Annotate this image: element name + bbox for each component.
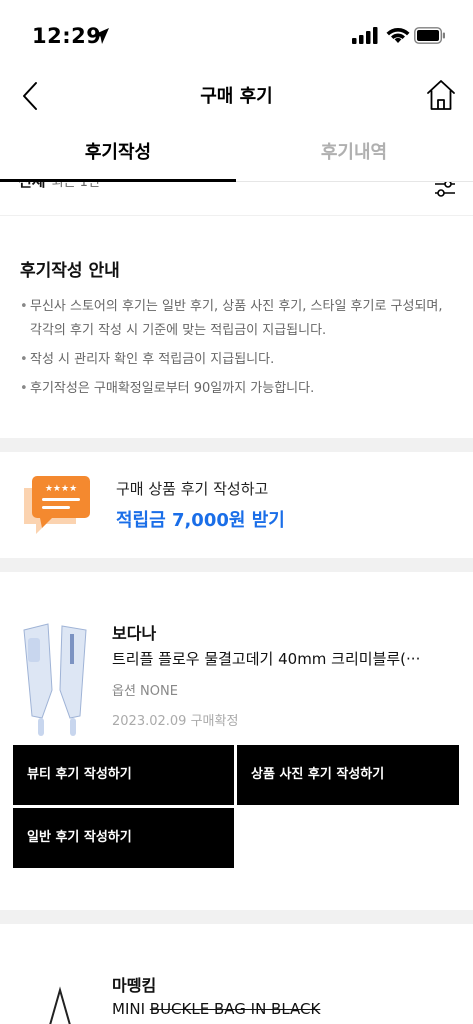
- cellular-signal-icon: [352, 27, 378, 44]
- review-guide: 후기작성 안내 무신사 스토어의 후기는 일반 후기, 상품 사진 후기, 스타…: [0, 216, 473, 438]
- guide-item: 작성 시 관리자 확인 후 적립금이 지급됩니다.: [20, 348, 453, 372]
- product-thumbnail[interactable]: [20, 982, 100, 1024]
- filter-period-label: 최근 1년: [51, 182, 100, 190]
- review-tabs: 후기작성 후기내역: [0, 128, 473, 182]
- filter-row: 전체 최근 1년: [0, 182, 473, 216]
- reward-banner[interactable]: ★★★★ 구매 상품 후기 작성하고 적립금 7,000원 받기: [0, 452, 473, 558]
- purchase-status: 구매확정: [190, 714, 239, 729]
- guide-item: 후기작성은 구매확정일로부터 90일까지 가능합니다.: [20, 377, 453, 401]
- review-star-bubble-icon: ★★★★: [24, 476, 90, 534]
- section-divider: [0, 438, 473, 452]
- write-photo-review-button[interactable]: 상품 사진 후기 작성하기: [237, 745, 459, 805]
- status-time: 12:29: [32, 24, 102, 48]
- filter-settings-icon[interactable]: [433, 182, 457, 200]
- product-brand: 마뗑킴: [112, 976, 157, 995]
- guide-title: 후기작성 안내: [20, 261, 120, 281]
- guide-list: 무신사 스토어의 후기는 일반 후기, 상품 사진 후기, 스타일 후기로 구성…: [20, 295, 453, 401]
- reward-amount: 적립금 7,000원 받기: [116, 510, 285, 531]
- battery-icon: [414, 27, 445, 44]
- guide-item: 무신사 스토어의 후기는 일반 후기, 상품 사진 후기, 스타일 후기로 구성…: [20, 295, 453, 343]
- page-title: 구매 후기: [200, 86, 273, 107]
- section-divider: [0, 558, 473, 572]
- filter-all-label: 전체: [18, 182, 46, 190]
- location-arrow-icon: [93, 28, 109, 44]
- product-option: 옵션 NONE: [112, 684, 178, 699]
- product-name-rest: BUCKLE BAG IN BLACK: [149, 1000, 321, 1018]
- home-icon: [427, 80, 455, 110]
- svg-text:★★★★: ★★★★: [45, 484, 77, 494]
- status-bar: 12:29: [0, 0, 473, 70]
- write-general-review-button[interactable]: 일반 후기 작성하기: [13, 808, 234, 868]
- home-button[interactable]: [424, 78, 458, 112]
- reward-caption: 구매 상품 후기 작성하고: [116, 480, 269, 498]
- tab-review-history[interactable]: 후기내역: [236, 128, 472, 182]
- wifi-icon: [386, 27, 410, 43]
- order-product-card: 보다나 트리플 플로우 물결고데기 40mm 크리미블루(··· 옵션 NONE…: [0, 572, 473, 910]
- top-header: 구매 후기: [0, 70, 473, 120]
- purchase-date: 2023.02.09: [112, 714, 187, 729]
- purchase-meta: 2023.02.09 구매확정: [112, 710, 238, 729]
- product-thumbnail[interactable]: [18, 620, 96, 740]
- section-divider: [0, 910, 473, 924]
- order-product-card: 마뗑킴 MINI BUCKLE BAG IN BLACK: [0, 924, 473, 1024]
- product-name-prefix: MINI: [112, 1000, 150, 1018]
- period-filter[interactable]: 전체 최근 1년: [18, 182, 100, 191]
- product-name[interactable]: 트리플 플로우 물결고데기 40mm 크리미블루(···: [112, 648, 458, 669]
- product-brand: 보다나: [112, 624, 157, 643]
- product-name[interactable]: MINI BUCKLE BAG IN BLACK: [112, 1000, 458, 1018]
- tab-write-review[interactable]: 후기작성: [0, 128, 236, 182]
- write-beauty-review-button[interactable]: 뷰티 후기 작성하기: [13, 745, 234, 805]
